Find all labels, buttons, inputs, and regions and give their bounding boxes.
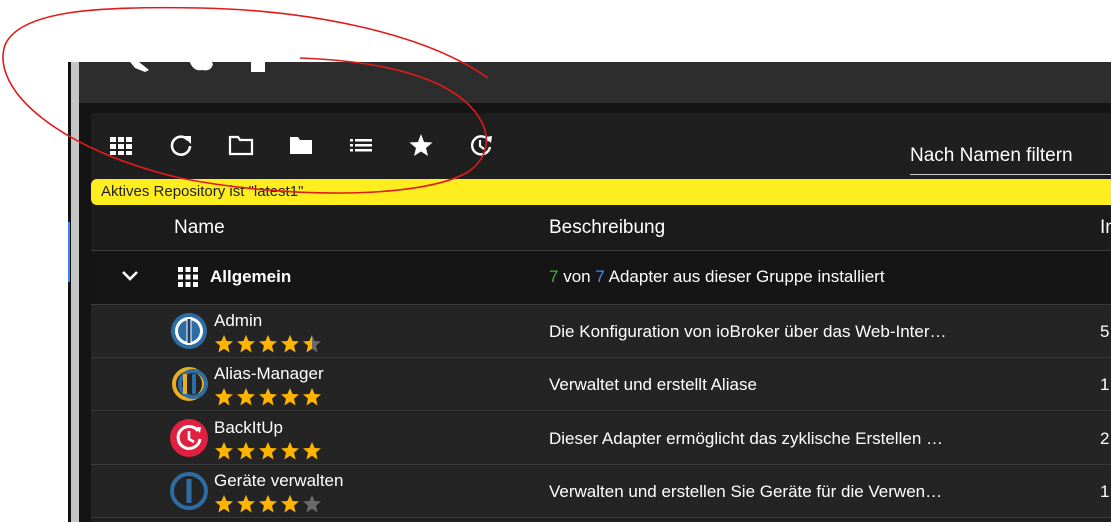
star-icon <box>215 442 233 460</box>
gear-icon[interactable] <box>187 58 217 76</box>
adapter-row-geraete-verwalten[interactable]: Geräte verwalten Verwalten und erstellen… <box>91 465 1111 518</box>
list-icon[interactable] <box>348 132 374 158</box>
chevron-down-icon[interactable] <box>121 269 139 283</box>
name-filter-placeholder: Nach Namen filtern <box>910 145 1073 166</box>
star-icon <box>215 388 233 406</box>
adapter-description: Die Konfiguration von ioBroker über das … <box>549 322 947 341</box>
name-filter-input[interactable]: Nach Namen filtern <box>910 144 1111 175</box>
star-icon <box>303 442 321 460</box>
repository-banner-text: Aktives Repository ist "latest1" <box>101 183 304 200</box>
grid-icon[interactable] <box>108 132 134 158</box>
adapter-row-backitup[interactable]: BackItUp Dieser Adapter ermöglicht das z… <box>91 412 1111 465</box>
repository-banner: Aktives Repository ist "latest1" <box>91 179 1111 205</box>
star-icon <box>237 335 255 353</box>
star-icon <box>303 335 321 353</box>
group-install-summary: 7 von 7 Adapter aus dieser Gruppe instal… <box>549 267 885 287</box>
column-header-name[interactable]: Name <box>174 217 225 239</box>
adapter-installed-version: 5 <box>1100 322 1110 341</box>
folder-outline-icon[interactable] <box>228 132 254 158</box>
adapter-name: Alias-Manager <box>214 364 324 383</box>
adapter-name: BackItUp <box>214 418 283 437</box>
star-icon <box>281 495 299 513</box>
star-icon <box>281 388 299 406</box>
star-icon <box>237 388 255 406</box>
star-icon <box>281 442 299 460</box>
grid-icon <box>178 267 198 287</box>
adapter-row-alias-manager[interactable]: Alias-Manager Verwaltet und erstellt Ali… <box>91 358 1111 411</box>
group-name: Allgemein <box>210 267 292 286</box>
wrench-icon[interactable] <box>123 58 157 78</box>
adapter-description: Verwalten und erstellen Sie Geräte für d… <box>549 482 943 501</box>
star-icon <box>303 495 321 513</box>
star-icon[interactable] <box>408 132 434 158</box>
adapter-name: Geräte verwalten <box>214 471 344 490</box>
star-icon <box>215 495 233 513</box>
adapter-description: Dieser Adapter ermöglicht das zyklische … <box>549 429 943 448</box>
group-row-allgemein[interactable]: Allgemein 7 von 7 Adapter aus dieser Gru… <box>91 251 1111 305</box>
focus-marker <box>68 222 70 282</box>
star-icon <box>259 442 277 460</box>
refresh-icon[interactable] <box>168 132 194 158</box>
star-icon <box>259 335 277 353</box>
puzzle-icon[interactable] <box>247 58 271 76</box>
folder-icon[interactable] <box>288 132 314 158</box>
column-header-description[interactable]: Beschreibung <box>549 217 665 239</box>
devices-logo-icon <box>170 472 208 510</box>
group-installed-count: 7 <box>549 267 559 286</box>
adapter-installed-version: 2 <box>1100 429 1110 448</box>
adapter-description: Verwaltet und erstellt Aliase <box>549 375 757 394</box>
star-icon <box>281 335 299 353</box>
star-icon <box>237 495 255 513</box>
adapter-installed-version: 1 <box>1100 482 1110 501</box>
backitup-logo-icon <box>170 419 208 457</box>
window-left-edge <box>71 62 79 522</box>
adapter-row-admin[interactable]: Admin Die Konfiguration von ioBroker übe… <box>91 305 1111 358</box>
app-top-bar <box>79 58 1111 103</box>
alias-manager-logo-icon <box>172 367 208 401</box>
group-total-count: 7 <box>595 267 605 286</box>
star-icon <box>259 495 277 513</box>
table-header: Name Beschreibung In <box>91 205 1111 251</box>
admin-logo-icon <box>171 313 207 349</box>
update-clock-icon[interactable] <box>468 132 494 158</box>
adapter-name: Admin <box>214 311 263 330</box>
star-icon <box>237 442 255 460</box>
star-icon <box>259 388 277 406</box>
adapter-installed-version: 1 <box>1100 375 1110 394</box>
group-summary-suffix: Adapter aus dieser Gruppe installiert <box>608 267 885 286</box>
column-header-installed[interactable]: In <box>1100 217 1111 239</box>
star-icon <box>215 335 233 353</box>
star-icon <box>303 388 321 406</box>
group-von: von <box>563 267 591 286</box>
